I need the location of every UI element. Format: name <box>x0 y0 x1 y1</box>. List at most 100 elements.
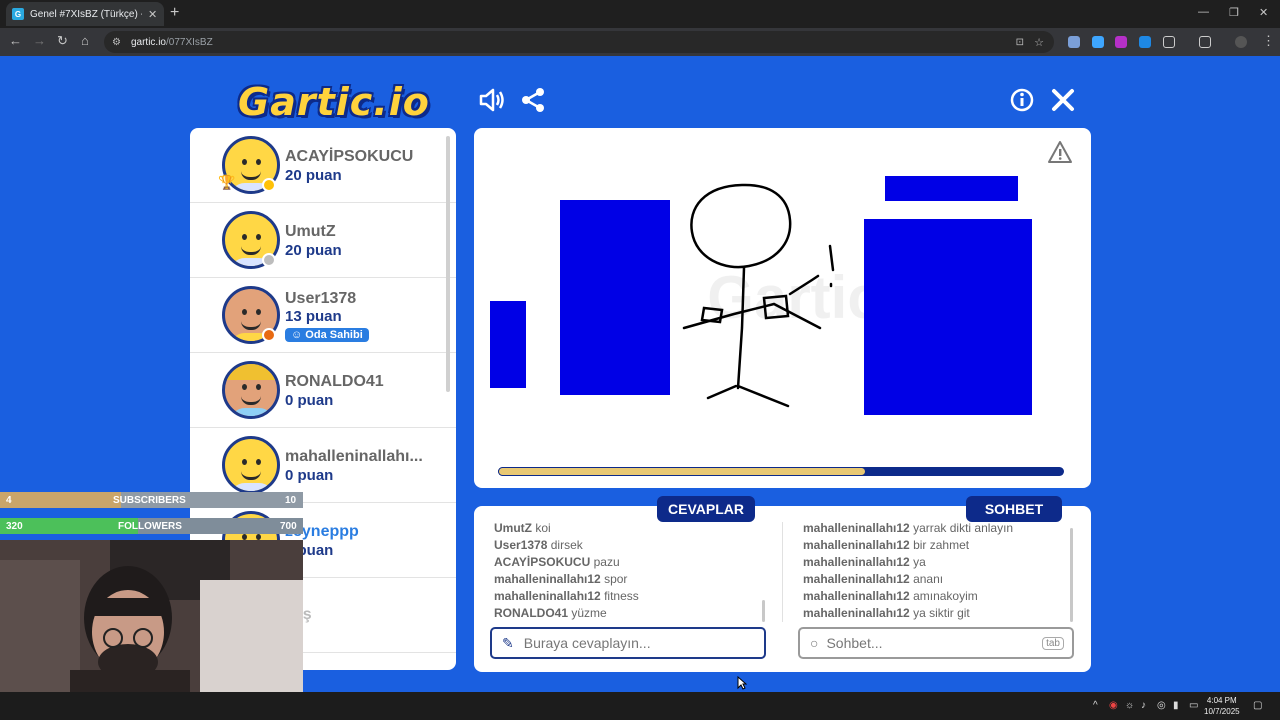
minimize-button[interactable]: — <box>1198 6 1209 18</box>
list-item: RONALDO41 yüzme <box>494 606 607 620</box>
browser-tab[interactable]: G Genel #7XIsBZ (Türkçe) - Gartic ✕ <box>6 2 164 26</box>
player-item[interactable]: User1378 13 puan ☺ Oda Sahibi <box>190 278 456 353</box>
sound-icon[interactable] <box>478 86 506 114</box>
report-warning-icon[interactable] <box>1047 140 1073 164</box>
profile-avatar[interactable] <box>1235 36 1247 48</box>
followers-goal-bar: 320 FOLLOWERS 700 <box>0 518 303 534</box>
list-item: User1378 dirsek <box>494 538 583 552</box>
list-item: mahalleninallahı12 amınakoyim <box>803 589 978 603</box>
tray-chevron-icon[interactable]: ^ <box>1093 700 1098 711</box>
drawn-rect <box>885 176 1018 201</box>
player-name: ACAYİPSOKUCU <box>285 148 414 165</box>
extensions-puzzle-icon[interactable] <box>1163 36 1175 48</box>
volume-icon[interactable]: ♪ <box>1141 700 1146 711</box>
chat-scrollbar[interactable] <box>1070 528 1073 622</box>
list-item: mahalleninallahı12 yarrak dikti anlayın <box>803 521 1014 535</box>
browser-tab-bar: G Genel #7XIsBZ (Türkçe) - Gartic ✕ + — … <box>0 0 1280 28</box>
player-name: RONALDO41 <box>285 373 384 390</box>
followers-label: FOLLOWERS <box>118 520 182 532</box>
player-item[interactable]: UmutZ 20 puan <box>190 203 456 278</box>
subscribers-count: 4 <box>6 494 12 506</box>
answers-list: UmutZ koi User1378 dirsek ACAYİPSOKUCU p… <box>494 520 764 624</box>
restore-button[interactable]: ❐ <box>1229 6 1239 19</box>
list-item: mahalleninallahı12 ya siktir git <box>803 606 970 620</box>
player-score: 20 puan <box>285 242 342 259</box>
watermark-logo: Gartic <box>707 264 880 331</box>
player-name: User1378 <box>285 290 357 307</box>
badge-label: Oda Sahibi <box>305 329 363 341</box>
list-item: mahalleninallahı12 bir zahmet <box>803 538 970 552</box>
notifications-icon[interactable]: ▢ <box>1253 700 1262 711</box>
pencil-icon: ✎ <box>502 634 514 651</box>
list-item: mahalleninallahı12 ananı <box>803 572 944 586</box>
list-item: mahalleninallahı12 ya <box>803 555 926 569</box>
player-item[interactable]: 🏆 ACAYİPSOKUCU 20 puan <box>190 128 456 203</box>
tab-close-icon[interactable]: ✕ <box>148 8 157 21</box>
answer-input-box[interactable]: ✎ <box>490 627 766 659</box>
close-game-icon[interactable] <box>1051 88 1075 112</box>
webcam-feed <box>0 540 303 702</box>
status-dot <box>262 178 276 192</box>
install-app-icon[interactable]: ⊡ <box>1016 37 1024 48</box>
bookmark-star-icon[interactable]: ☆ <box>1034 36 1044 49</box>
player-score: 20 puan <box>285 167 342 184</box>
brightness-icon[interactable]: ☼ <box>1125 700 1134 711</box>
share-icon[interactable] <box>520 87 546 113</box>
gartic-logo: Gartic.io <box>238 80 430 124</box>
reload-icon[interactable]: ↻ <box>57 34 68 48</box>
chat-input-box[interactable]: ○ tab <box>798 627 1074 659</box>
extension-icon[interactable] <box>1068 36 1080 48</box>
extension-icon[interactable] <box>1139 36 1151 48</box>
status-dot <box>262 253 276 267</box>
tab-chat[interactable]: SOHBET <box>966 496 1062 522</box>
extension-icon[interactable] <box>1092 36 1104 48</box>
drawing-canvas[interactable]: Gartic <box>474 128 1091 488</box>
list-item: mahalleninallahı12 fitness <box>494 589 639 603</box>
room-owner-badge: ☺ Oda Sahibi <box>285 328 369 342</box>
player-item[interactable]: RONALDO41 0 puan <box>190 353 456 428</box>
site-info-icon[interactable]: ⚙ <box>112 37 121 48</box>
avatar <box>222 436 280 494</box>
drawn-rect <box>560 200 670 395</box>
clock-time: 4:04 PM <box>1206 696 1237 705</box>
tray-app-icon[interactable]: ◉ <box>1109 700 1118 711</box>
player-name: mahalleninallahı... <box>285 448 423 465</box>
drawing-board[interactable]: Gartic <box>474 128 1091 488</box>
subscribers-goal-bar: 4 SUBSCRIBERS 10 <box>0 492 303 508</box>
browser-toolbar: ← → ↻ ⌂ ⚙ gartic.io /077XIsBZ ⊡ ☆ ⋮ <box>0 28 1280 56</box>
gartic-favicon-icon: G <box>12 8 24 20</box>
avatar <box>222 361 280 419</box>
player-score: 0 puan <box>285 467 334 484</box>
info-icon[interactable] <box>1010 88 1034 112</box>
tab-key-hint: tab <box>1042 636 1064 650</box>
answers-scrollbar[interactable] <box>762 600 765 622</box>
drawn-rect <box>490 301 526 388</box>
followers-count: 320 <box>6 520 23 532</box>
status-dot <box>262 328 276 342</box>
url-path: /077XIsBZ <box>165 36 213 48</box>
answer-input[interactable] <box>523 635 764 651</box>
address-bar[interactable]: ⚙ gartic.io /077XIsBZ ⊡ ☆ <box>104 31 1054 53</box>
tab-answers[interactable]: CEVAPLAR <box>657 496 755 522</box>
microphone-icon[interactable]: ▮ <box>1173 700 1179 711</box>
url-host: gartic.io <box>130 36 166 48</box>
extension-icon[interactable] <box>1115 36 1127 48</box>
back-arrow-icon[interactable]: ← <box>9 34 22 48</box>
tab-title: Genel #7XIsBZ (Türkçe) - Gartic <box>30 8 142 20</box>
browser-menu-icon[interactable]: ⋮ <box>1262 34 1275 48</box>
network-icon[interactable]: ◎ <box>1157 700 1166 711</box>
players-scrollbar[interactable] <box>446 136 450 392</box>
windows-taskbar: ^ ◉ ☼ ♪ ◎ ▮ ▭ ▢ <box>0 692 1280 720</box>
system-clock[interactable]: 4:04 PM 10/7/2025 <box>1204 695 1240 717</box>
window-close-button[interactable]: ✕ <box>1259 6 1268 19</box>
forward-arrow-icon[interactable]: → <box>33 34 46 48</box>
list-item: UmutZ koi <box>494 521 551 535</box>
side-panel-icon[interactable] <box>1199 36 1211 48</box>
new-tab-button[interactable]: + <box>170 5 179 21</box>
list-item: mahalleninallahı12 spor <box>494 572 628 586</box>
display-icon[interactable]: ▭ <box>1189 700 1198 711</box>
player-score: 13 puan <box>285 308 342 325</box>
chat-input[interactable] <box>826 635 1043 651</box>
home-icon[interactable]: ⌂ <box>81 34 89 48</box>
player-name: UmutZ <box>285 223 336 240</box>
